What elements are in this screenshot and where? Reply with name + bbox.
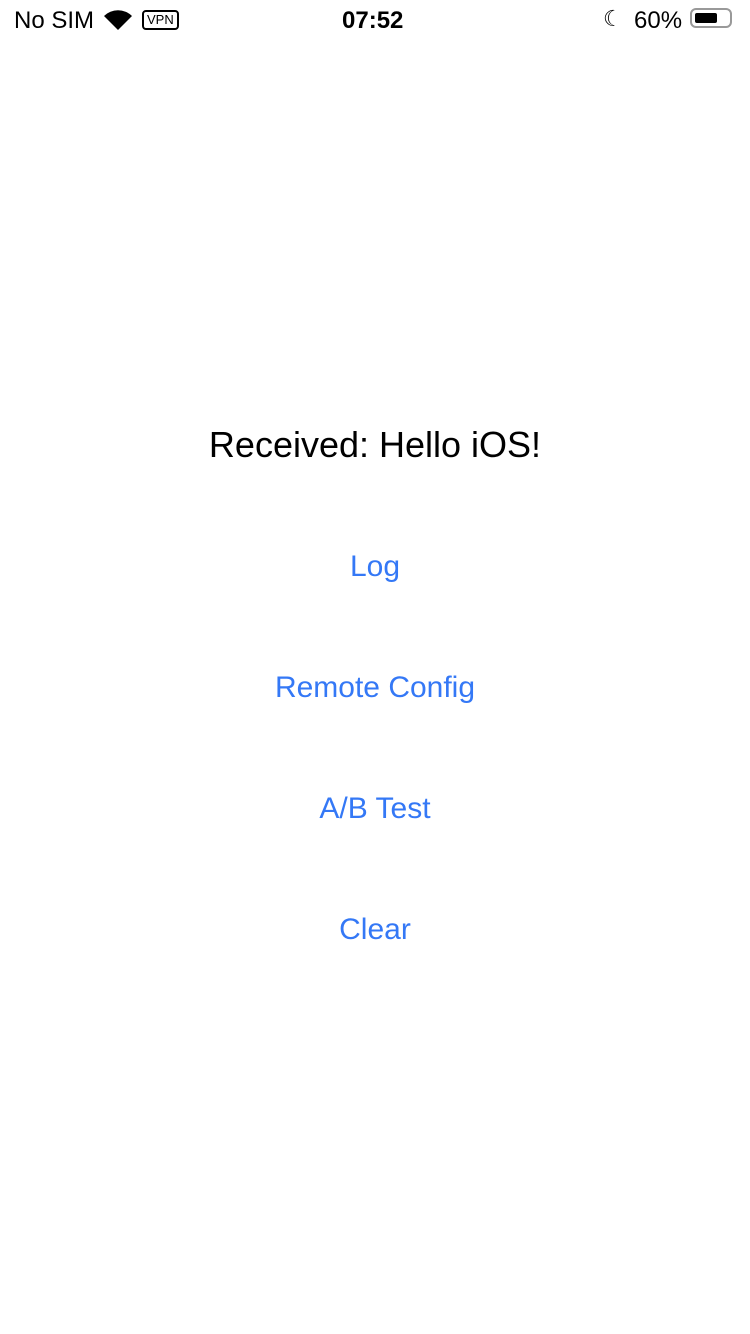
moon-icon: ☾ [603, 6, 623, 31]
wifi-icon [104, 10, 132, 31]
status-bar: No SIM VPN 07:52 ☾ 60% [0, 0, 750, 40]
ab-test-button[interactable]: A/B Test [0, 792, 750, 826]
log-button[interactable]: Log [0, 550, 750, 584]
clear-button[interactable]: Clear [0, 913, 750, 947]
remote-config-button[interactable]: Remote Config [0, 671, 750, 705]
battery-percent: 60% [634, 7, 683, 34]
battery-icon [690, 8, 732, 28]
carrier: No SIM [14, 7, 95, 34]
vpn-badge: VPN [142, 10, 179, 30]
received-message: Received: Hello iOS! [208, 424, 542, 465]
clock: 07:52 [342, 7, 404, 34]
